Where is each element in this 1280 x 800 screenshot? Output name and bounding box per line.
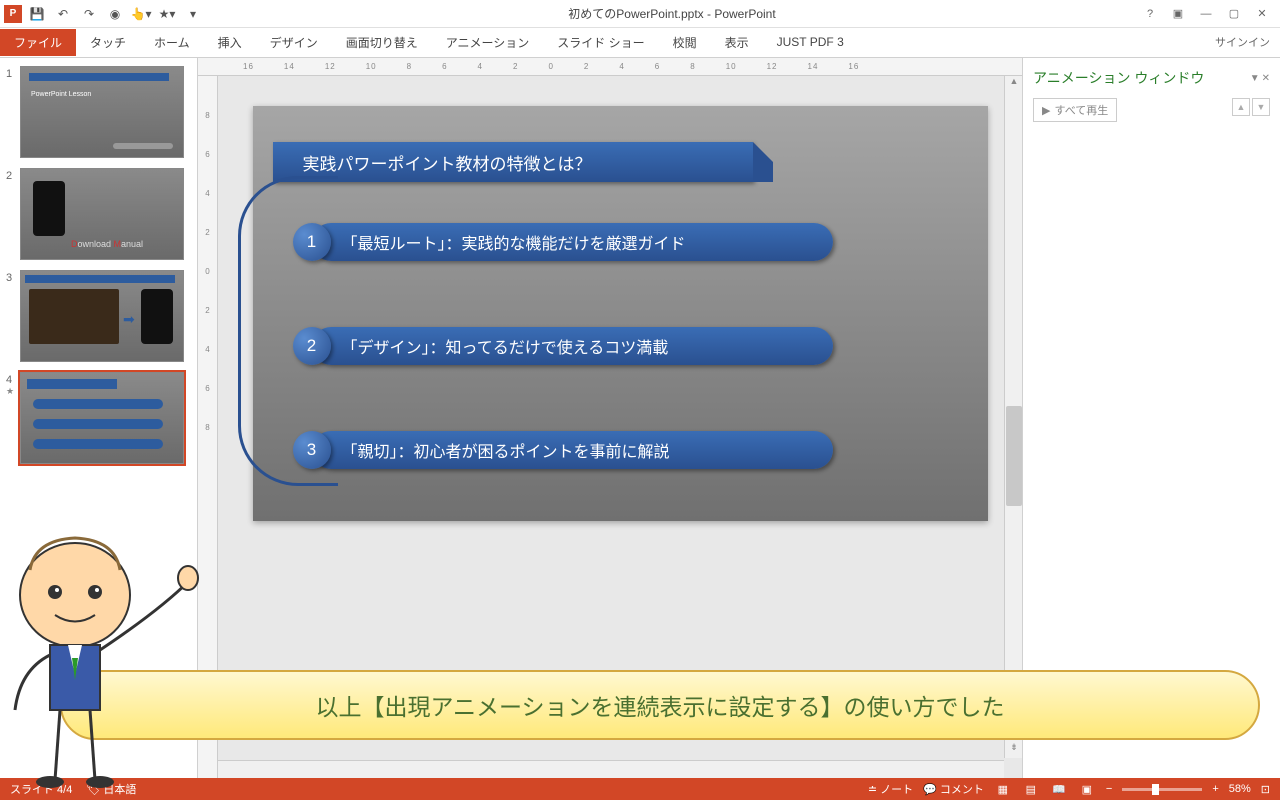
slide-thumb-1[interactable]: PowerPoint Lesson bbox=[20, 66, 184, 158]
minimize-icon[interactable]: — bbox=[1196, 4, 1216, 24]
tab-view[interactable]: 表示 bbox=[711, 29, 763, 56]
bullet-item-2[interactable]: 2 「デザイン」：知ってるだけで使えるコツ満載 bbox=[293, 326, 833, 366]
window-title: 初めてのPowerPoint.pptx - PowerPoint bbox=[204, 5, 1140, 22]
tab-file[interactable]: ファイル bbox=[0, 29, 76, 56]
pane-dropdown-icon[interactable]: ▼ bbox=[1250, 73, 1260, 84]
tab-justpdf[interactable]: JUST PDF 3 bbox=[763, 30, 858, 54]
next-slide-icon[interactable]: ⇟ bbox=[1006, 742, 1022, 758]
bullet-item-3[interactable]: 3 「親切」：初心者が困るポイントを事前に解説 bbox=[293, 430, 833, 470]
tutorial-speech-bubble: 以上【出現アニメーションを連続表示に設定する】の使い方でした bbox=[60, 670, 1260, 740]
zoom-level[interactable]: 58% bbox=[1229, 783, 1251, 795]
scroll-up-icon[interactable]: ▲ bbox=[1006, 76, 1022, 92]
tab-review[interactable]: 校閲 bbox=[659, 29, 711, 56]
thumb-number: 2 bbox=[6, 168, 20, 260]
slide-thumb-3[interactable]: ➡ bbox=[20, 270, 184, 362]
tab-animations[interactable]: アニメーション bbox=[432, 29, 544, 56]
zoom-slider[interactable] bbox=[1122, 788, 1202, 791]
animation-indicator-icon: ★ bbox=[6, 386, 20, 397]
pane-close-icon[interactable]: ✕ bbox=[1262, 73, 1270, 84]
horizontal-scrollbar[interactable] bbox=[218, 760, 1004, 778]
normal-view-icon[interactable]: ▦ bbox=[994, 782, 1012, 796]
ribbon-options-icon[interactable]: ▣ bbox=[1168, 4, 1188, 24]
slideshow-view-icon[interactable]: ▣ bbox=[1078, 782, 1096, 796]
move-down-icon[interactable]: ▼ bbox=[1252, 98, 1270, 116]
animation-pane-title: アニメーション ウィンドウ bbox=[1033, 68, 1204, 88]
undo-icon[interactable]: ↶ bbox=[52, 3, 74, 25]
zoom-out-icon[interactable]: − bbox=[1106, 783, 1112, 795]
horizontal-ruler: 1614121086420246810121416 bbox=[198, 58, 1022, 76]
slide-thumb-4[interactable] bbox=[20, 372, 184, 464]
tab-insert[interactable]: 挿入 bbox=[204, 29, 256, 56]
tab-home[interactable]: ホーム bbox=[140, 29, 204, 56]
tab-transitions[interactable]: 画面切り替え bbox=[332, 29, 432, 56]
thumb-number: 3 bbox=[6, 270, 20, 362]
move-up-icon[interactable]: ▲ bbox=[1232, 98, 1250, 116]
qat-start-icon[interactable]: ◉ bbox=[104, 3, 126, 25]
tab-design[interactable]: デザイン bbox=[256, 29, 332, 56]
sorter-view-icon[interactable]: ▤ bbox=[1022, 782, 1040, 796]
close-icon[interactable]: ✕ bbox=[1252, 4, 1272, 24]
bullet-item-1[interactable]: 1 「最短ルート」：実践的な機能だけを厳選ガイド bbox=[293, 222, 833, 262]
comments-button[interactable]: 💬 コメント bbox=[923, 781, 984, 797]
save-icon[interactable]: 💾 bbox=[26, 3, 48, 25]
thumb-number: 4 bbox=[6, 372, 20, 386]
play-all-button[interactable]: ▶ すべて再生 bbox=[1033, 98, 1117, 122]
thumb-number: 1 bbox=[6, 66, 20, 158]
reading-view-icon[interactable]: 📖 bbox=[1050, 782, 1068, 796]
vertical-scrollbar[interactable]: ▲ ▼ ⇞ ⇟ bbox=[1004, 76, 1022, 758]
app-icon: P bbox=[4, 5, 22, 23]
fit-window-icon[interactable]: ⊡ bbox=[1261, 783, 1270, 796]
scroll-thumb[interactable] bbox=[1006, 406, 1022, 506]
tab-touch[interactable]: タッチ bbox=[76, 29, 140, 56]
help-icon[interactable]: ? bbox=[1140, 4, 1160, 24]
slide-thumb-2[interactable]: Download Manual bbox=[20, 168, 184, 260]
touch-mode-icon[interactable]: 👆▾ bbox=[130, 3, 152, 25]
qat-star-icon[interactable]: ★▾ bbox=[156, 3, 178, 25]
zoom-in-icon[interactable]: + bbox=[1212, 783, 1218, 795]
mascot-character bbox=[0, 510, 200, 790]
notes-button[interactable]: ≐ ノート bbox=[868, 781, 913, 797]
slide-canvas[interactable]: 実践パワーポイント教材の特徴とは？ 1 「最短ルート」：実践的な機能だけを厳選ガ… bbox=[253, 106, 988, 521]
qat-customize-icon[interactable]: ▾ bbox=[182, 3, 204, 25]
signin-link[interactable]: サインイン bbox=[1215, 34, 1270, 50]
maximize-icon[interactable]: ▢ bbox=[1224, 4, 1244, 24]
tab-slideshow[interactable]: スライド ショー bbox=[543, 29, 658, 56]
slide-title-banner[interactable]: 実践パワーポイント教材の特徴とは？ bbox=[273, 142, 753, 182]
redo-icon[interactable]: ↷ bbox=[78, 3, 100, 25]
